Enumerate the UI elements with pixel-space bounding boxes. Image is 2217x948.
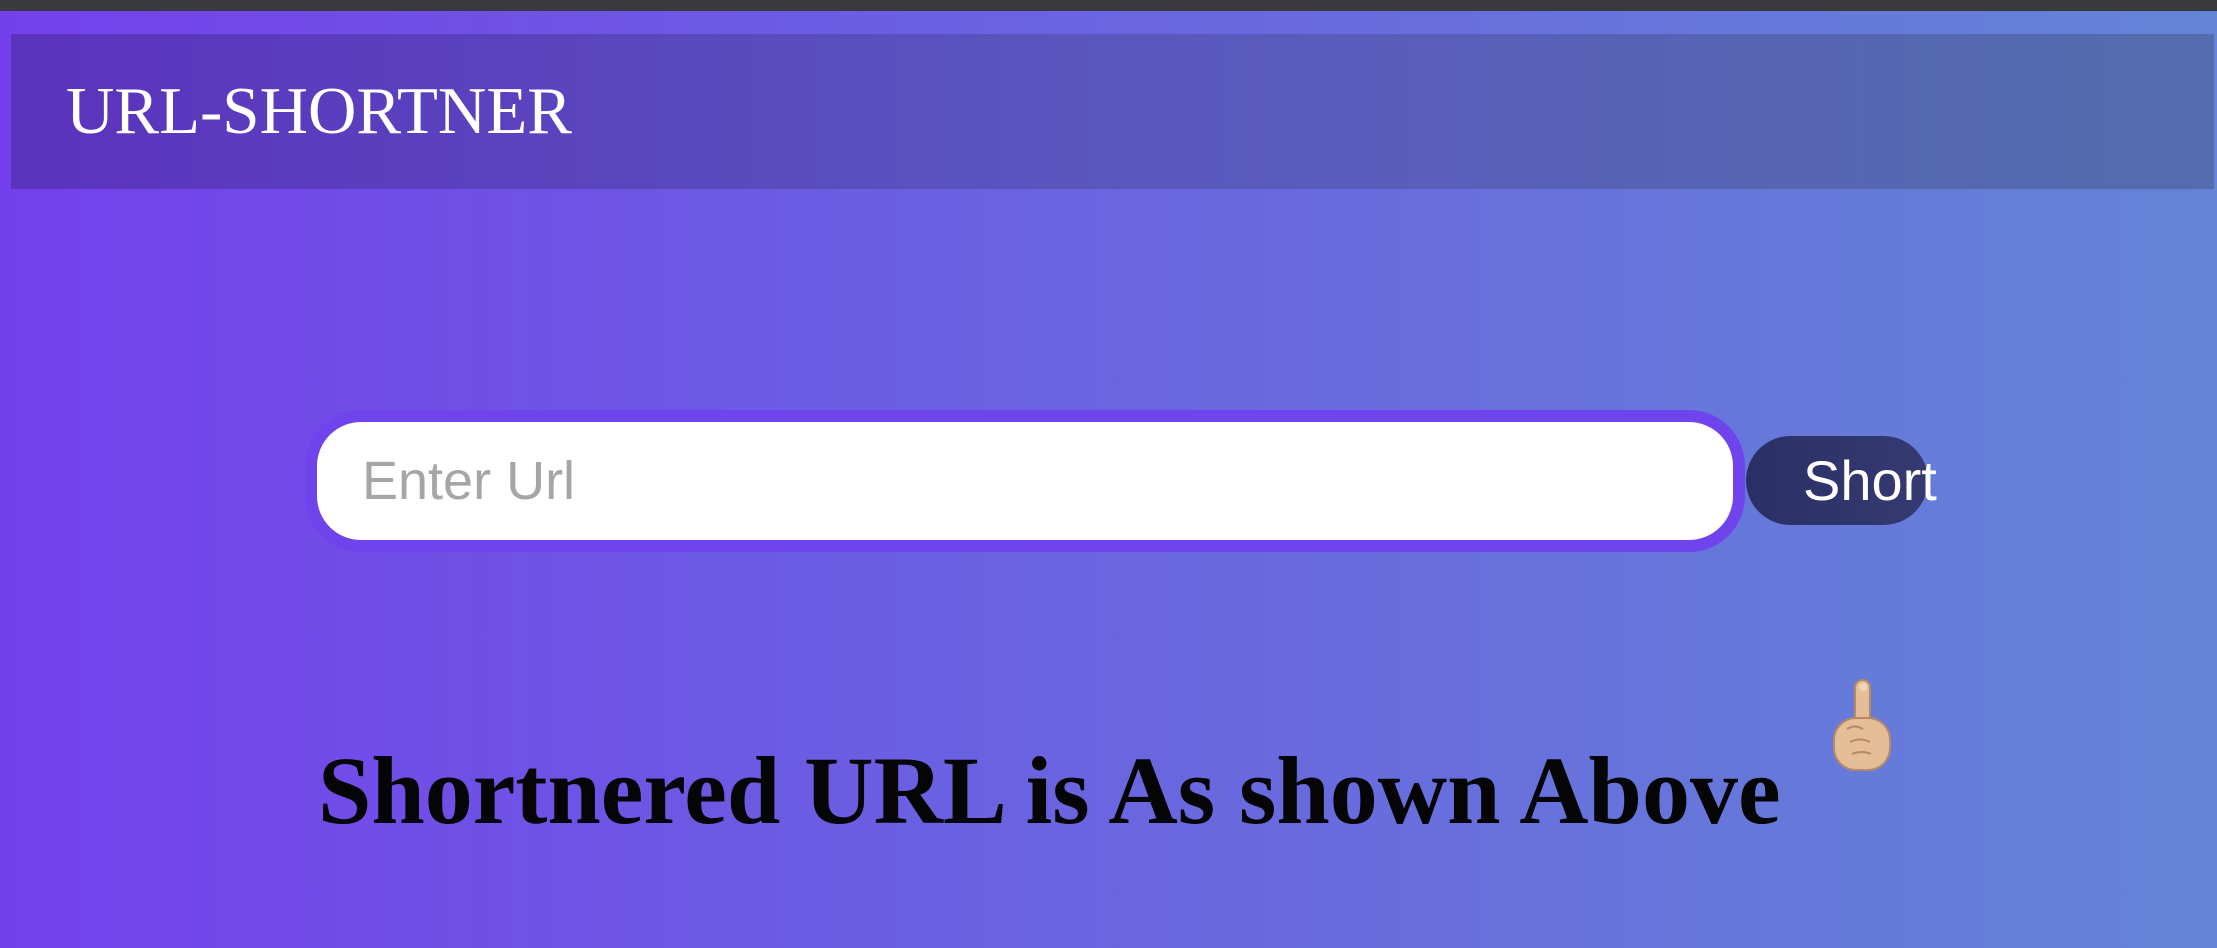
window-top-strip bbox=[0, 0, 2217, 11]
brand-title[interactable]: URL-SHORTNER bbox=[66, 72, 572, 150]
navbar: URL-SHORTNER bbox=[11, 34, 2214, 189]
url-input[interactable] bbox=[305, 410, 1745, 552]
short-button[interactable]: Short bbox=[1746, 436, 1937, 525]
pointing-up-hand-icon bbox=[1833, 679, 1891, 771]
result-message: Shortnered URL is As shown Above bbox=[318, 737, 1781, 845]
